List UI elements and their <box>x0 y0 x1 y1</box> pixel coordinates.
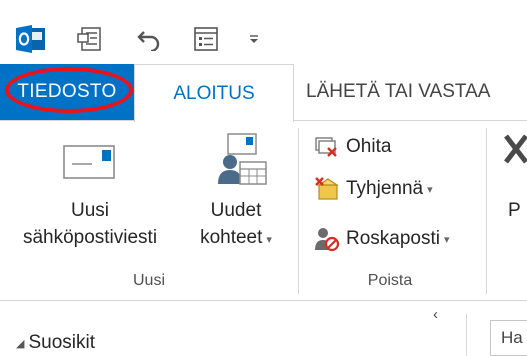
tab-send-receive-label: LÄHETÄ TAI VASTAA <box>306 81 491 102</box>
clean-up-label: Tyhjennä <box>346 178 424 199</box>
ignore-label: Ohita <box>346 136 392 157</box>
tab-home[interactable]: ALOITUS <box>134 64 294 122</box>
group-label-new: Uusi <box>132 272 165 289</box>
favorites-label: Suosikit <box>28 332 95 353</box>
ignore-icon <box>314 135 340 159</box>
clean-up-icon <box>314 176 340 202</box>
chevron-down-icon: ▾ <box>427 183 433 196</box>
new-items-label-1: Uudet <box>210 200 262 221</box>
group-separator <box>298 128 299 294</box>
group-separator <box>486 128 487 294</box>
junk-button[interactable]: Roskaposti ▾ <box>314 222 450 256</box>
ignore-button[interactable]: Ohita <box>314 130 391 164</box>
chevron-down-icon: ▾ <box>266 234 272 246</box>
pane-separator <box>466 314 467 356</box>
tab-file[interactable]: TIEDOSTO <box>0 64 134 120</box>
tab-home-label: ALOITUS <box>173 82 255 104</box>
customize-view-icon[interactable] <box>189 22 223 56</box>
new-email-label-1: Uusi <box>70 200 109 221</box>
new-items-label-2: kohteet ▾ <box>182 225 290 253</box>
new-items-button[interactable]: Uudet kohteet ▾ <box>182 128 290 264</box>
chevron-down-icon: ▾ <box>444 233 450 246</box>
clean-up-button[interactable]: Tyhjennä ▾ <box>314 172 433 206</box>
tab-file-label: TIEDOSTO <box>17 81 117 102</box>
quick-access-toolbar <box>0 0 527 64</box>
new-items-icon <box>216 132 268 191</box>
junk-icon <box>314 226 340 252</box>
junk-label: Roskaposti <box>346 228 440 249</box>
search-input[interactable]: Ha <box>490 320 527 356</box>
partial-next-icon <box>500 132 527 191</box>
new-email-label-2: sähköpostiviesti <box>22 227 158 248</box>
favorites-folder[interactable]: ◢ Suosikit <box>16 332 95 354</box>
group-label-delete: Poista <box>367 272 413 289</box>
tab-send-receive[interactable]: LÄHETÄ TAI VASTAA <box>306 64 527 120</box>
collapse-triangle-icon: ◢ <box>16 337 25 350</box>
customize-qat-dropdown-icon[interactable] <box>244 26 264 52</box>
search-placeholder: Ha <box>501 328 523 347</box>
new-email-icon <box>62 136 120 187</box>
outlook-app-icon[interactable] <box>14 22 48 56</box>
partial-next-label: P <box>508 200 521 221</box>
send-receive-icon[interactable] <box>74 22 108 56</box>
new-items-label-2-text: kohteet <box>200 227 263 248</box>
collapse-pane-icon[interactable]: ‹ <box>433 306 438 323</box>
new-email-button[interactable]: Uusi sähköpostiviesti <box>0 128 180 264</box>
undo-icon[interactable] <box>132 22 166 56</box>
